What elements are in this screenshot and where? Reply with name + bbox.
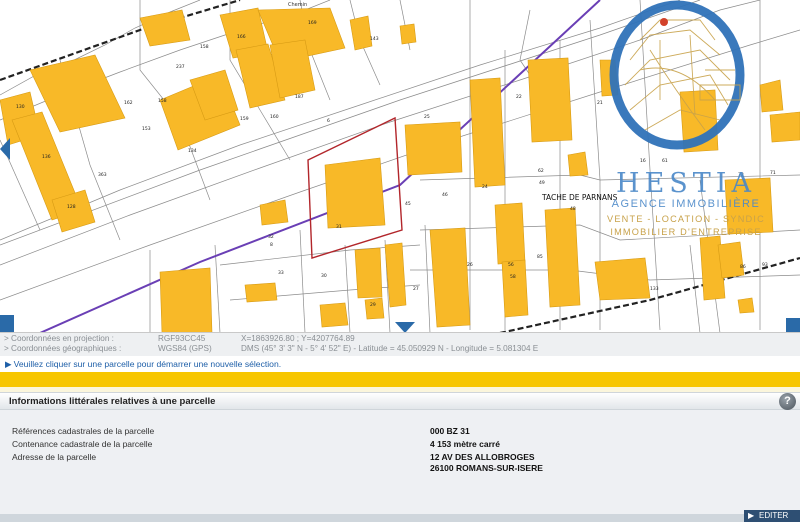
map-corner-handle-left[interactable] [0, 315, 14, 332]
pan-left-arrow-icon[interactable] [0, 138, 10, 160]
hestia-services-2: IMMOBILIER D'ENTREPRISE [610, 227, 761, 237]
play-arrow-icon: ▶ [5, 359, 12, 369]
parcel-number-label: 85 [537, 254, 543, 260]
parcel-number-label: 153 [142, 126, 151, 132]
parcel-number-label: 26 [467, 262, 473, 268]
pan-down-arrow-icon[interactable] [395, 322, 415, 333]
field-value: 4 153 mètre carré [430, 439, 500, 449]
field-value: 000 BZ 31 [430, 426, 470, 436]
parcel-number-label: 61 [662, 158, 668, 164]
parcel-number-label: 32 [268, 234, 274, 240]
parcel-number-label: 130 [16, 104, 25, 110]
parcel-number-label: 166 [237, 34, 246, 40]
parcel-number-label: 159 [240, 116, 249, 122]
field-label: Adresse de la parcelle [12, 452, 97, 462]
parcel-number-label: 22 [516, 94, 522, 100]
selection-hint-text[interactable]: Veuillez cliquer sur une parcelle pour d… [14, 359, 282, 369]
parcel-number-label: 27 [413, 286, 419, 292]
cadastral-map[interactable]: 130 136 128 363 237 158 166 169 143 162 … [0, 0, 800, 333]
map-corner-handle-right[interactable] [786, 318, 800, 332]
geographic-value: DMS (45° 3' 3" N - 5° 4' 52" E) - Latitu… [241, 344, 539, 353]
parcel-number-label: 29 [370, 302, 376, 308]
coordinates-bar: > Coordonnées en projection : RGF93CC45 … [0, 333, 800, 356]
place-name-label: TACHE DE PARNANS [541, 193, 618, 202]
parcel-number-label: 169 [308, 20, 317, 26]
location-pin-icon [660, 18, 668, 26]
hestia-brand: HESTIA [616, 168, 756, 199]
hestia-services-1: VENTE - LOCATION - SYNDIC [607, 214, 765, 224]
parcel-number-label: 237 [176, 64, 185, 70]
parcel-number-label: 136 [42, 154, 51, 160]
geographic-row: > Coordonnées géographiques : WGS84 (GPS… [4, 344, 794, 355]
parcel-number-label: 24 [482, 184, 488, 190]
parcel-number-label: 49 [539, 180, 545, 186]
parcel-number-label: 162 [124, 100, 133, 106]
parcel-number-label: 21 [597, 100, 603, 106]
parcel-number-label: 48 [570, 206, 576, 212]
parcel-number-label: 363 [98, 172, 107, 178]
parcel-number-label: 187 [295, 94, 304, 100]
street-name-label: Chemin [288, 2, 307, 8]
parcel-number-label: 31 [336, 224, 342, 230]
field-label: Contenance cadastrale de la parcelle [12, 439, 153, 449]
parcel-number-label: 8 [270, 242, 273, 248]
projection-label: > Coordonnées en projection : [4, 334, 114, 343]
parcel-number-label: 134 [188, 148, 197, 154]
parcel-number-label: 158 [200, 44, 209, 50]
parcel-number-label: 6 [327, 118, 330, 124]
parcel-info-panel: Informations littérales relatives à une … [0, 392, 800, 522]
parcel-number-label: 16 [640, 158, 646, 164]
projection-value: X=1863926.80 ; Y=4207764.89 [241, 334, 355, 343]
cadastre-viewer: 130 136 128 363 237 158 166 169 143 162 … [0, 0, 800, 522]
parcel-number-label: 46 [442, 192, 448, 198]
parcel-number-label: 86 [740, 264, 746, 270]
parcel-number-label: 128 [67, 204, 76, 210]
yellow-separator [0, 372, 800, 387]
parcel-number-label: 56 [508, 262, 514, 268]
panel-footer [0, 514, 800, 522]
parcel-number-label: 45 [405, 201, 411, 207]
parcel-number-label: 25 [424, 114, 430, 120]
panel-header: Informations littérales relatives à une … [0, 392, 800, 410]
edit-button[interactable]: ▶ EDITER [744, 510, 800, 522]
parcel-number-label: 158 [158, 98, 167, 104]
parcel-number-label: 71 [770, 170, 776, 176]
parcel-number-label: 30 [321, 273, 327, 279]
play-arrow-icon: ▶ [748, 511, 755, 520]
parcel-number-label: 62 [538, 168, 544, 174]
field-value: 26100 ROMANS-SUR-ISERE [430, 463, 543, 473]
parcel-number-label: 160 [270, 114, 279, 120]
parcel-number-label: 58 [510, 274, 516, 280]
help-icon[interactable]: ? [779, 393, 796, 410]
parcel-number-label: 133 [650, 286, 659, 292]
parcel-number-label: 33 [278, 270, 284, 276]
selection-hint[interactable]: ▶ Veuillez cliquer sur une parcelle pour … [0, 356, 800, 372]
hestia-tagline: AGENCE IMMOBILIÈRE [612, 197, 761, 210]
parcel-number-label: 143 [370, 36, 379, 42]
field-value: 12 AV DES ALLOBROGES [430, 452, 535, 462]
panel-title: Informations littérales relatives à une … [9, 396, 216, 407]
field-label: Références cadastrales de la parcelle [12, 426, 155, 436]
parcel-number-label: 93 [762, 262, 768, 268]
edit-button-label[interactable]: EDITER [759, 511, 788, 520]
map-canvas[interactable]: 130 136 128 363 237 158 166 169 143 162 … [0, 0, 800, 333]
geographic-label: > Coordonnées géographiques : [4, 344, 122, 353]
projection-system: RGF93CC45 [158, 334, 206, 343]
geographic-system: WGS84 (GPS) [158, 344, 212, 353]
